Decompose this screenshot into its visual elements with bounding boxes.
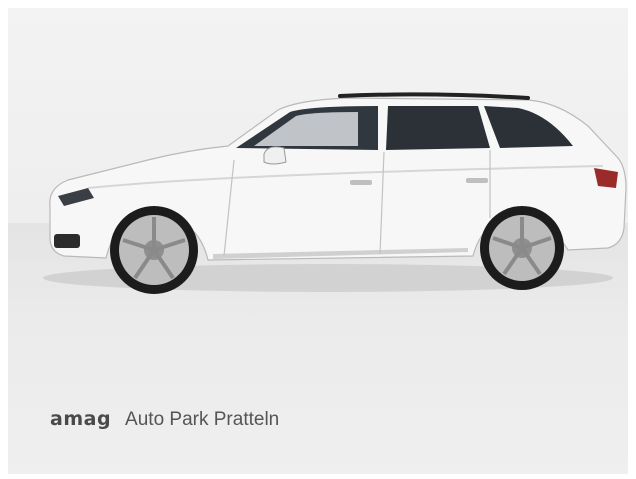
rear-wheel bbox=[480, 206, 564, 290]
front-wheel bbox=[110, 206, 198, 294]
dealer-location-name: Auto Park Pratteln bbox=[125, 409, 280, 430]
amag-logo: amag bbox=[50, 408, 112, 430]
vehicle-photo[interactable]: amag Auto Park Pratteln bbox=[8, 8, 628, 474]
dealer-branding: amag Auto Park Pratteln bbox=[50, 408, 279, 431]
car-image bbox=[43, 92, 627, 294]
